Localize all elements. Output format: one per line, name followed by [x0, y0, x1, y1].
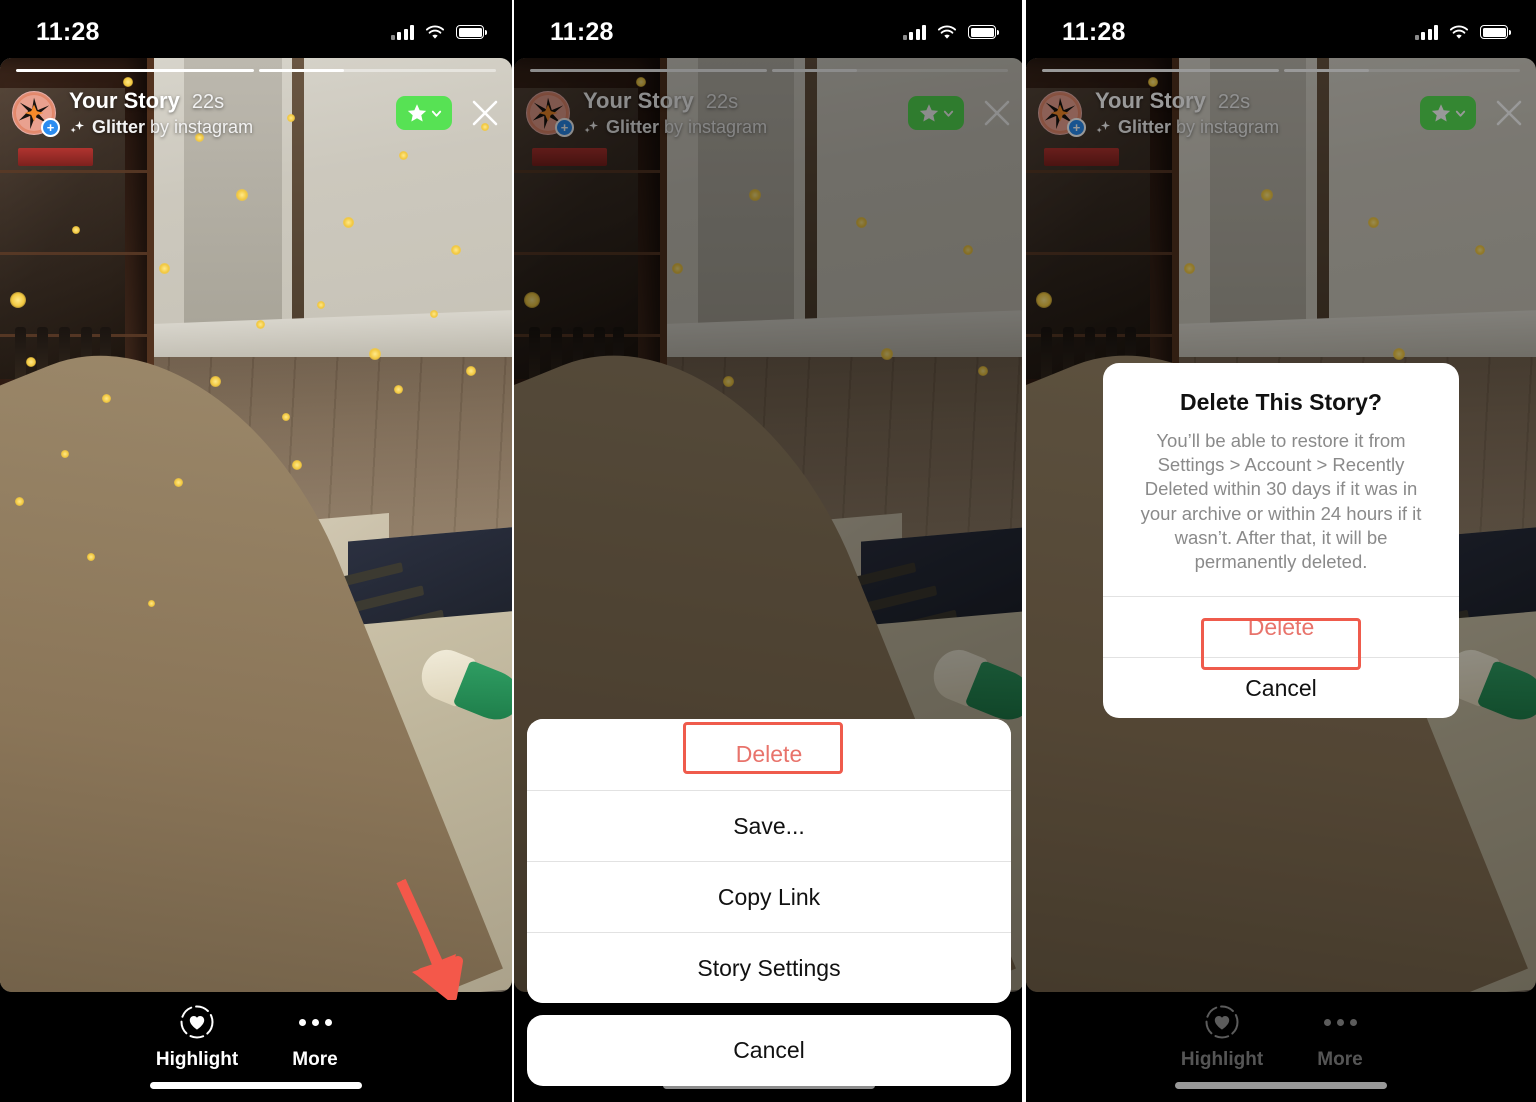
cellular-signal-icon [390, 24, 414, 40]
wifi-icon [1449, 25, 1469, 39]
sheet-item-label: Copy Link [717, 883, 821, 910]
story-header-actions [396, 96, 500, 130]
dialog-cancel-label: Cancel [1245, 674, 1317, 701]
story-card[interactable]: + Your Story 22s Glitter by instagram [0, 58, 512, 992]
story-header-text: Your Story 22s Glitter by instagram [69, 88, 386, 138]
story-timestamp: 22s [191, 91, 225, 113]
cellular-signal-icon [1414, 24, 1438, 40]
dialog-title: Delete This Story? [1180, 389, 1382, 415]
highlight-heart-icon [179, 1004, 215, 1040]
highlight-button[interactable]: Highlight [138, 1004, 256, 1071]
battery-icon [1480, 25, 1511, 39]
battery-icon [968, 25, 999, 39]
sheet-item-save[interactable]: Save... [527, 790, 1011, 861]
screenshot-root: 11:28 + Your Story 22s Glitter by instag… [0, 0, 1536, 1102]
sheet-item-copy-link[interactable]: Copy Link [527, 861, 1011, 932]
home-indicator[interactable] [150, 1082, 362, 1089]
effect-author: by instagram [145, 117, 254, 137]
panel-action-sheet: 11:28 + Your Story 22s Glitter by instag… [514, 0, 1024, 1102]
dialog-delete-button[interactable]: Delete [1103, 596, 1459, 657]
story-progress-bar [16, 69, 496, 72]
boost-star-button[interactable] [396, 96, 452, 130]
more-label: More [292, 1049, 338, 1070]
effect-name: Glitter [92, 117, 146, 137]
progress-segment [16, 69, 254, 72]
wifi-icon [937, 25, 957, 39]
action-sheet: Delete Save... Copy Link Story Settings … [527, 719, 1011, 1086]
sheet-item-label: Save... [733, 812, 805, 839]
story-effect-label[interactable]: Glitter by instagram [92, 117, 253, 138]
sparkle-icon [70, 121, 84, 133]
more-dots-icon [298, 1004, 332, 1040]
status-bar-clock: 11:28 [550, 17, 614, 46]
star-icon [407, 104, 426, 122]
dialog-delete-label: Delete [1247, 613, 1315, 640]
panel-divider [512, 0, 514, 1102]
status-bar: 11:28 [1026, 0, 1536, 58]
battery-icon [456, 25, 487, 39]
status-bar-clock: 11:28 [36, 17, 100, 46]
action-sheet-options: Delete Save... Copy Link Story Settings [527, 719, 1011, 1003]
panel-story-view: 11:28 + Your Story 22s Glitter by instag… [0, 0, 512, 1102]
sheet-item-label: Delete [735, 741, 803, 767]
cellular-signal-icon [902, 24, 926, 40]
wifi-icon [425, 25, 445, 39]
progress-segment [258, 69, 496, 72]
avatar[interactable]: + [12, 91, 60, 137]
status-bar-icons [390, 19, 487, 40]
sheet-item-label: Story Settings [697, 954, 841, 981]
panel-divider [1022, 0, 1024, 1102]
highlight-label: Highlight [155, 1049, 239, 1070]
dialog-cancel-button[interactable]: Cancel [1103, 657, 1459, 718]
story-photo [0, 58, 512, 992]
status-bar: 11:28 [0, 0, 512, 58]
delete-confirmation-dialog: Delete This Story? You’ll be able to res… [1103, 363, 1459, 719]
status-bar-clock: 11:28 [1062, 17, 1126, 46]
sheet-cancel-button[interactable]: Cancel [527, 1015, 1011, 1086]
dialog-message: You’ll be able to restore it from Settin… [1140, 430, 1422, 573]
story-username[interactable]: Your Story [69, 88, 180, 114]
close-icon[interactable] [470, 98, 500, 128]
more-button[interactable]: More [256, 1004, 374, 1071]
sheet-item-delete[interactable]: Delete [527, 719, 1011, 790]
sheet-item-story-settings[interactable]: Story Settings [527, 932, 1011, 1003]
story-header: + Your Story 22s Glitter by instagram [12, 84, 500, 142]
panel-delete-confirm: 11:28 + Your Story 22s Glitter by instag… [1026, 0, 1536, 1102]
sheet-cancel-label: Cancel [733, 1037, 805, 1063]
chevron-down-icon [431, 110, 441, 117]
dialog-body: Delete This Story? You’ll be able to res… [1103, 363, 1459, 596]
status-bar: 11:28 [514, 0, 1024, 58]
add-to-story-badge[interactable]: + [41, 118, 60, 137]
status-bar-icons [1414, 19, 1511, 40]
status-bar-icons [902, 19, 999, 40]
